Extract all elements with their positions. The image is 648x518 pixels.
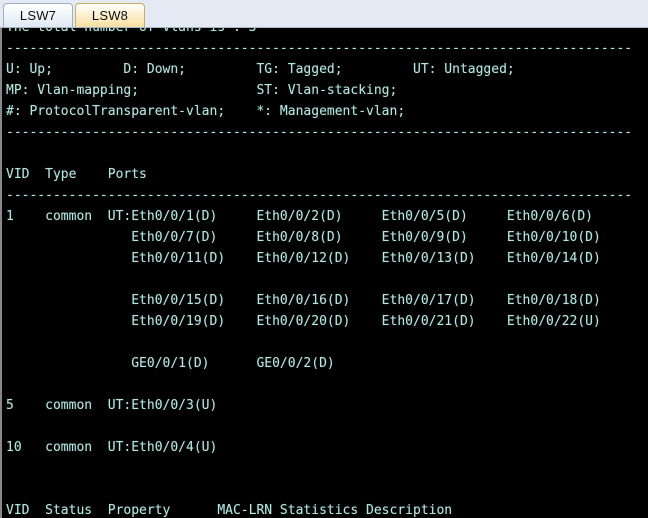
terminal-line: Eth0/0/11(D) Eth0/0/12(D) Eth0/0/13(D) E… bbox=[6, 251, 601, 266]
terminal-line: ----------------------------------------… bbox=[6, 125, 633, 140]
terminal-line: MP: Vlan-mapping; ST: Vlan-stacking; bbox=[6, 83, 398, 98]
terminal-panel[interactable]: The total number of vlans is : 3 --------… bbox=[0, 28, 648, 518]
terminal-line: VID Type Ports bbox=[6, 167, 147, 182]
tab-lsw7[interactable]: LSW7 bbox=[3, 3, 73, 27]
tab-lsw8[interactable]: LSW8 bbox=[75, 3, 145, 27]
terminal-output: The total number of vlans is : 3 --------… bbox=[2, 28, 648, 518]
terminal-line: ----------------------------------------… bbox=[6, 188, 633, 203]
terminal-line: Eth0/0/7(D) Eth0/0/8(D) Eth0/0/9(D) Eth0… bbox=[6, 230, 601, 245]
tab-lsw8-label: LSW8 bbox=[91, 8, 129, 23]
terminal-line: U: Up; D: Down; TG: Tagged; UT: Untagged… bbox=[6, 62, 515, 77]
terminal-line: ----------------------------------------… bbox=[6, 41, 633, 56]
terminal-line: 10 common UT:Eth0/0/4(U) bbox=[6, 440, 218, 455]
ensp-console-window: LSW7 LSW8 The total number of vlans is :… bbox=[0, 0, 648, 518]
terminal-line: Eth0/0/19(D) Eth0/0/20(D) Eth0/0/21(D) E… bbox=[6, 314, 601, 329]
terminal-line: 5 common UT:Eth0/0/3(U) bbox=[6, 398, 218, 413]
terminal-line: VID Status Property MAC-LRN Statistics D… bbox=[6, 503, 453, 518]
terminal-line: #: ProtocolTransparent-vlan; *: Manageme… bbox=[6, 104, 406, 119]
terminal-line: GE0/0/1(D) GE0/0/2(D) bbox=[6, 356, 335, 371]
tab-lsw7-label: LSW7 bbox=[19, 8, 57, 23]
terminal-line: The total number of vlans is : 3 bbox=[6, 28, 648, 38]
terminal-line: Eth0/0/15(D) Eth0/0/16(D) Eth0/0/17(D) E… bbox=[6, 293, 601, 308]
terminal-line: 1 common UT:Eth0/0/1(D) Eth0/0/2(D) Eth0… bbox=[6, 209, 593, 224]
device-tab-bar: LSW7 LSW8 bbox=[0, 0, 648, 28]
